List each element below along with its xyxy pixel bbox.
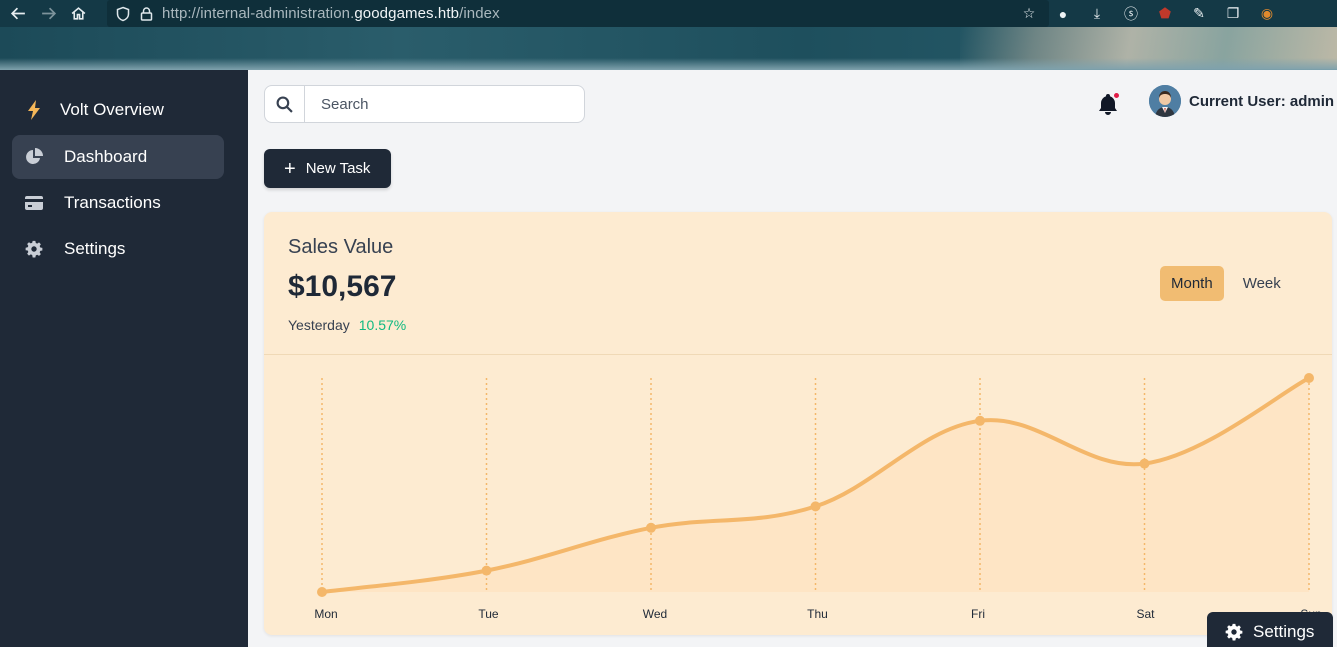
gear-icon: [1225, 623, 1243, 641]
browser-extensions: ☆ ● ⤓ ⓢ ⬟ ✎ ❐ ◉: [1020, 0, 1276, 27]
copy-extension-icon[interactable]: ❐: [1224, 5, 1242, 23]
plus-icon: +: [284, 157, 296, 180]
chart-x-tick-label: Fri: [971, 607, 985, 621]
lock-icon[interactable]: [139, 6, 154, 22]
chart-point-thu: [810, 501, 821, 512]
chart-x-tick-label: Tue: [478, 607, 499, 621]
sidebar: Volt Overview Dashboard Transactions Set…: [0, 70, 248, 647]
tool-extension-icon[interactable]: ✎: [1190, 5, 1208, 23]
sales-chart: MonTueWedThuFriSatSun: [314, 373, 1322, 621]
address-bar[interactable]: http://internal-administration.goodgames…: [107, 0, 1049, 27]
mask-extension-icon[interactable]: ●: [1054, 5, 1072, 23]
sales-change: 10.57%: [358, 317, 407, 333]
lightning-icon: [24, 100, 44, 120]
settings-fab-label: Settings: [1253, 622, 1315, 641]
chart-point-sun: [1304, 373, 1314, 383]
sales-title: Sales Value: [288, 236, 394, 258]
notification-dot: [1113, 92, 1120, 99]
chart-point-tue: [481, 565, 492, 576]
sidebar-brand-label: Volt Overview: [60, 100, 164, 119]
sales-value-card: Sales Value $10,567 Yesterday 10.57% Mont…: [264, 212, 1332, 635]
bookmark-star-icon[interactable]: ☆: [1020, 5, 1038, 23]
pie-chart-icon: [24, 147, 44, 167]
chart-x-tick-label: Mon: [314, 607, 337, 621]
new-task-label: New Task: [305, 160, 371, 177]
ublock-icon[interactable]: ⬟: [1156, 5, 1174, 23]
sidebar-item-label: Settings: [64, 239, 126, 258]
browser-theme-band: [0, 27, 1337, 70]
chart-x-tick-label: Thu: [807, 607, 828, 621]
settings-fab-button[interactable]: Settings: [1207, 612, 1333, 647]
sales-subline: Yesterday 10.57%: [288, 317, 406, 333]
chart-x-tick-label: Wed: [643, 607, 667, 621]
theme-artwork: [960, 27, 1337, 69]
download-icon[interactable]: ⤓: [1088, 5, 1106, 23]
foxy-extension-icon[interactable]: ◉: [1258, 5, 1276, 23]
avatar[interactable]: [1149, 85, 1181, 117]
credit-card-icon: [24, 193, 44, 213]
sidebar-item-dashboard[interactable]: Dashboard: [12, 135, 224, 179]
gear-icon: [24, 239, 44, 259]
sidebar-item-label: Dashboard: [64, 147, 148, 166]
sales-card-header: Sales Value $10,567 Yesterday 10.57% Mont…: [264, 212, 1332, 355]
chart-point-mon: [317, 587, 327, 597]
chart-point-sat: [1139, 458, 1150, 469]
s-extension-icon[interactable]: ⓢ: [1122, 5, 1140, 23]
search-input[interactable]: [305, 95, 575, 113]
sales-period: Yesterday: [288, 317, 350, 333]
sidebar-item-label: Transactions: [64, 193, 161, 212]
back-icon[interactable]: [6, 2, 30, 26]
sidebar-item-settings[interactable]: Settings: [12, 227, 224, 271]
home-icon[interactable]: [66, 2, 90, 26]
current-user-label[interactable]: Current User: admin: [1189, 93, 1334, 110]
sales-value: $10,567: [288, 270, 397, 303]
month-toggle-button[interactable]: Month: [1160, 266, 1224, 301]
new-task-button[interactable]: + New Task: [264, 149, 391, 188]
chart-x-tick-label: Sat: [1136, 607, 1155, 621]
notification-bell-icon[interactable]: [1098, 92, 1120, 116]
sidebar-brand[interactable]: Volt Overview: [12, 88, 224, 132]
forward-icon[interactable]: [36, 2, 60, 26]
search-box: [264, 85, 585, 123]
chart-point-fri: [975, 415, 985, 426]
url-text[interactable]: http://internal-administration.goodgames…: [162, 5, 500, 22]
shield-icon[interactable]: [115, 6, 131, 22]
period-toggle: Month Week: [1160, 266, 1292, 301]
sidebar-item-transactions[interactable]: Transactions: [12, 181, 224, 225]
week-toggle-button[interactable]: Week: [1232, 266, 1292, 301]
search-icon[interactable]: [265, 86, 305, 122]
chart-point-wed: [646, 522, 656, 533]
